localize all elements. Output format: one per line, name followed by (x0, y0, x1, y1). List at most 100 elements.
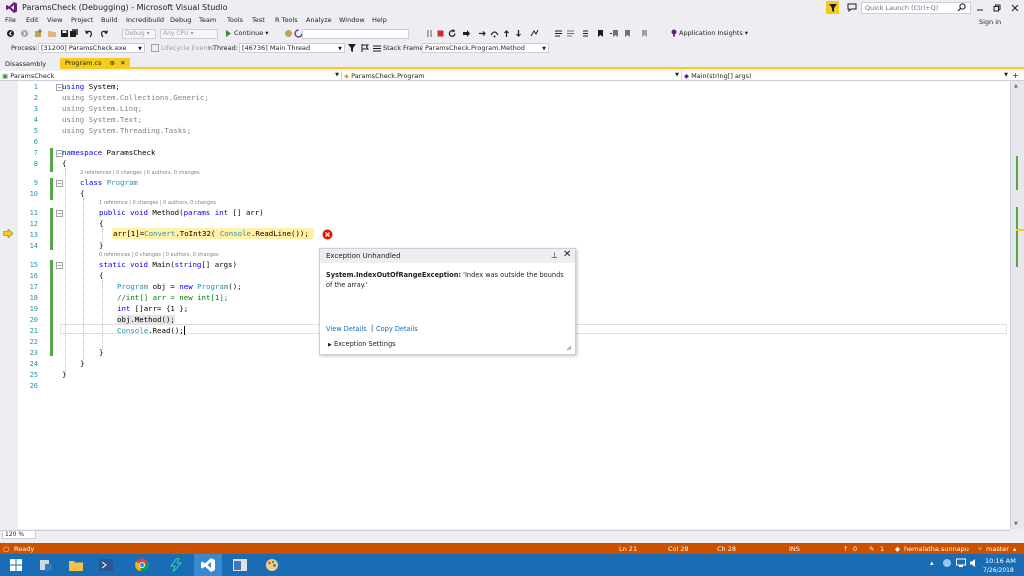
menu-tools[interactable]: Tools (227, 16, 243, 24)
back-icon[interactable] (6, 29, 15, 38)
volume-icon[interactable] (969, 558, 979, 568)
menu-window[interactable]: Window (339, 16, 365, 24)
step-into-icon[interactable] (478, 29, 487, 38)
step-back-icon[interactable] (514, 29, 523, 38)
redo-icon[interactable] (100, 29, 109, 38)
lifecycle-events-button[interactable]: Lifecycle Events (161, 44, 214, 52)
taskbar-file-explorer[interactable] (62, 554, 90, 576)
new-project-icon[interactable] (34, 29, 43, 38)
repository-icon[interactable]: ◆ (895, 545, 900, 553)
branch-icon[interactable]: ⑂ (978, 545, 982, 553)
start-button[interactable] (2, 554, 30, 576)
menu-file[interactable]: File (5, 16, 16, 24)
forward-icon[interactable] (20, 29, 29, 38)
taskbar-server-manager[interactable] (32, 554, 60, 576)
collapse-main-icon[interactable]: − (56, 262, 63, 269)
menu-edit[interactable]: Edit (26, 16, 39, 24)
copy-details-link[interactable]: Copy Details (376, 325, 418, 333)
pin-icon[interactable]: ⊥ (551, 251, 558, 260)
close-window-button[interactable] (1008, 2, 1021, 13)
menu-team[interactable]: Team (199, 16, 216, 24)
clock-time[interactable]: 10:16 AM (985, 557, 1016, 565)
notifications-filter-icon[interactable] (826, 1, 839, 14)
break-all-icon[interactable] (425, 29, 434, 38)
menu-help[interactable]: Help (372, 16, 387, 24)
indicator-margin[interactable] (0, 81, 18, 529)
clock-date[interactable]: 7/26/2018 (983, 567, 1014, 574)
menu-test[interactable]: Test (252, 16, 265, 24)
pending-changes-count[interactable]: 1 (880, 545, 884, 553)
vertical-scrollbar[interactable]: ▲ ▼ (1010, 81, 1024, 529)
tab-disassembly[interactable]: Disassembly (0, 59, 60, 69)
stack-frame-dropdown[interactable]: ParamsCheck.Program.Method ▼ (422, 43, 549, 53)
split-editor-icon[interactable]: + (1012, 71, 1019, 80)
taskbar-chrome[interactable] (128, 554, 156, 576)
diagnostic-tools-icon[interactable] (530, 29, 539, 38)
quick-launch-input[interactable]: Quick Launch (Ctrl+Q) (861, 2, 971, 14)
menu-incredibuild[interactable]: Incredibuild (126, 16, 164, 24)
target-dropdown[interactable] (302, 29, 409, 39)
menu-view[interactable]: View (47, 16, 62, 24)
feedback-icon[interactable] (846, 2, 857, 13)
bookmark-prev-icon[interactable] (610, 29, 619, 38)
collapse-class-icon[interactable]: − (56, 180, 63, 187)
publish-up-icon[interactable]: ↑ (843, 545, 848, 553)
flag-icon[interactable] (361, 44, 370, 53)
tray-app-icon[interactable] (942, 558, 952, 568)
taskbar-powershell[interactable] (92, 554, 120, 576)
fire-icon[interactable] (284, 29, 293, 38)
show-next-statement-icon[interactable] (462, 29, 471, 38)
view-details-link[interactable]: View Details (326, 325, 367, 333)
taskbar-paint-app[interactable] (258, 554, 286, 576)
zoom-level-dropdown[interactable]: 120 % (2, 530, 36, 539)
stop-debugging-icon[interactable] (436, 29, 445, 38)
taskbar-visual-studio[interactable] (194, 554, 222, 576)
restart-icon[interactable] (448, 29, 457, 38)
resize-grip-icon[interactable] (566, 345, 572, 351)
menu-analyze[interactable]: Analyze (306, 16, 332, 24)
network-icon[interactable] (956, 558, 966, 568)
bookmark-next-icon[interactable] (624, 29, 633, 38)
application-insights-button[interactable]: Application Insights ▾ (671, 29, 748, 37)
save-all-icon[interactable] (70, 29, 79, 38)
continue-button[interactable]: Continue ▾ (225, 29, 269, 37)
save-icon[interactable] (60, 29, 69, 38)
uncomment-icon[interactable] (566, 29, 575, 38)
open-file-icon[interactable] (48, 29, 57, 38)
indent-icon[interactable] (580, 29, 589, 38)
exception-error-icon[interactable] (322, 229, 333, 240)
search-icon[interactable] (957, 3, 967, 13)
bookmark-icon[interactable] (596, 29, 605, 38)
step-over-icon[interactable] (490, 29, 499, 38)
member-dropdown[interactable]: ◆ Main(string[] args) ▼ (682, 71, 1010, 81)
solution-platform-dropdown[interactable]: Any CPU ▾ (160, 29, 218, 39)
filter-threads-icon[interactable] (348, 44, 357, 53)
menu-build[interactable]: Build (101, 16, 117, 24)
exception-settings-expander[interactable]: ▶ Exception Settings (328, 340, 396, 348)
undo-icon[interactable] (84, 29, 93, 38)
solution-config-dropdown[interactable]: Debug ▾ (122, 29, 156, 39)
process-dropdown[interactable]: [31200] ParamsCheck.exe ▼ (38, 43, 145, 53)
project-dropdown[interactable]: ▣ ParamsCheck ▼ (0, 71, 342, 81)
type-dropdown[interactable]: ◈ ParamsCheck.Program ▼ (342, 71, 682, 81)
menu-project[interactable]: Project (71, 16, 93, 24)
sign-in-link[interactable]: Sign in (979, 18, 1001, 26)
menu-rtools[interactable]: R Tools (275, 16, 298, 24)
clear-bookmarks-icon[interactable] (640, 29, 649, 38)
tray-overflow-icon[interactable]: ▴ (930, 559, 934, 567)
comment-icon[interactable] (554, 29, 563, 38)
close-icon[interactable]: ✕ (563, 249, 571, 260)
tab-program-cs[interactable]: Program.cs ⊕ ✕ (60, 58, 130, 69)
pending-edit-icon[interactable]: ✎ (869, 545, 874, 553)
taskbar-window-app[interactable] (226, 554, 254, 576)
codelens-program[interactable]: 2 references | 0 changes | 0 authors, 0 … (80, 170, 200, 176)
next-statement-arrow-icon[interactable] (3, 229, 13, 238)
restore-button[interactable] (990, 2, 1003, 13)
codelens-main[interactable]: 0 references | 0 changes | 0 authors, 0 … (99, 252, 219, 258)
minimize-button[interactable] (973, 2, 986, 13)
repository-user[interactable]: hemalatha.sunnapu (904, 545, 969, 553)
branch-name[interactable]: master (986, 545, 1009, 553)
codelens-method[interactable]: 1 reference | 0 changes | 0 authors, 0 c… (99, 200, 216, 206)
menu-debug[interactable]: Debug (170, 16, 191, 24)
taskbar-app-lightning[interactable] (162, 554, 190, 576)
